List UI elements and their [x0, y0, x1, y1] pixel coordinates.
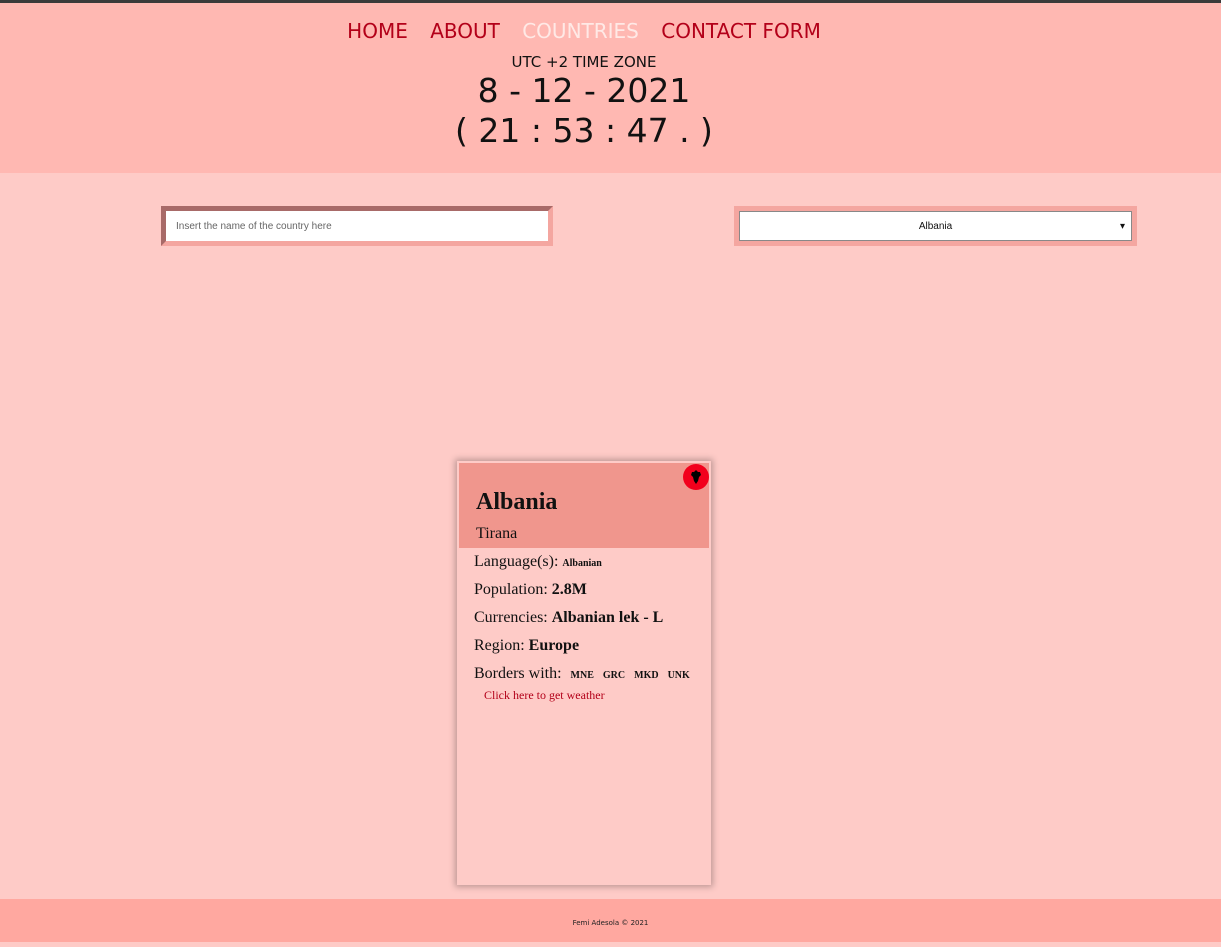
footer: Femi Adesola © 2021: [0, 899, 1221, 942]
country-capital: Tirana: [476, 525, 518, 542]
country-name: Albania: [476, 489, 558, 515]
footer-text: Femi Adesola © 2021: [572, 919, 649, 927]
border-country: MNE: [570, 670, 594, 681]
card-header: Albania Tirana: [459, 463, 709, 548]
region-label: Region:: [474, 637, 525, 654]
border-country: GRC: [602, 670, 626, 681]
nav-about[interactable]: ABOUT: [430, 19, 500, 43]
weather-link[interactable]: Click here to get weather: [484, 688, 605, 703]
currencies-label: Currencies:: [474, 609, 548, 626]
country-select-box: Albania ▾: [734, 206, 1137, 246]
chevron-down-icon: ▾: [1119, 221, 1125, 232]
languages-row: Language(s): Albanian: [474, 553, 602, 571]
borders-label: Borders with:: [474, 665, 562, 682]
currencies-row: Currencies: Albanian lek - L: [474, 609, 663, 627]
population-value: 2.8M: [551, 581, 587, 598]
search-box: [161, 206, 553, 246]
main-nav: HOME ABOUT COUNTRIES CONTACT FORM: [0, 19, 1168, 43]
country-select-value: Albania: [918, 220, 953, 232]
country-card: Albania Tirana Language(s): Albanian Pop…: [457, 461, 711, 885]
nav-countries[interactable]: COUNTRIES: [522, 19, 639, 43]
header: HOME ABOUT COUNTRIES CONTACT FORM UTC +2…: [0, 3, 1221, 173]
current-time: ( 21 : 53 : 47 . ): [455, 111, 713, 150]
current-date: 8 - 12 - 2021: [477, 71, 691, 110]
eagle-icon: [691, 470, 701, 484]
border-country: UNK: [667, 670, 690, 681]
nav-home[interactable]: HOME: [347, 19, 408, 43]
region-row: Region: Europe: [474, 637, 579, 655]
population-row: Population: 2.8M: [474, 581, 587, 599]
country-select[interactable]: Albania ▾: [739, 211, 1132, 241]
timezone-label: UTC +2 TIME ZONE: [511, 53, 657, 71]
currencies-value: Albanian lek - L: [551, 609, 664, 626]
country-search-input[interactable]: [166, 211, 548, 241]
nav-contact-form[interactable]: CONTACT FORM: [661, 19, 821, 43]
borders-row: Borders with: MNE GRC MKD UNK: [474, 665, 690, 683]
population-label: Population:: [474, 581, 548, 598]
region-value: Europe: [528, 637, 580, 654]
border-country: MKD: [634, 670, 659, 681]
languages-value: Albanian: [562, 558, 602, 569]
albania-flag-icon: [683, 464, 709, 490]
languages-label: Language(s):: [474, 553, 559, 570]
